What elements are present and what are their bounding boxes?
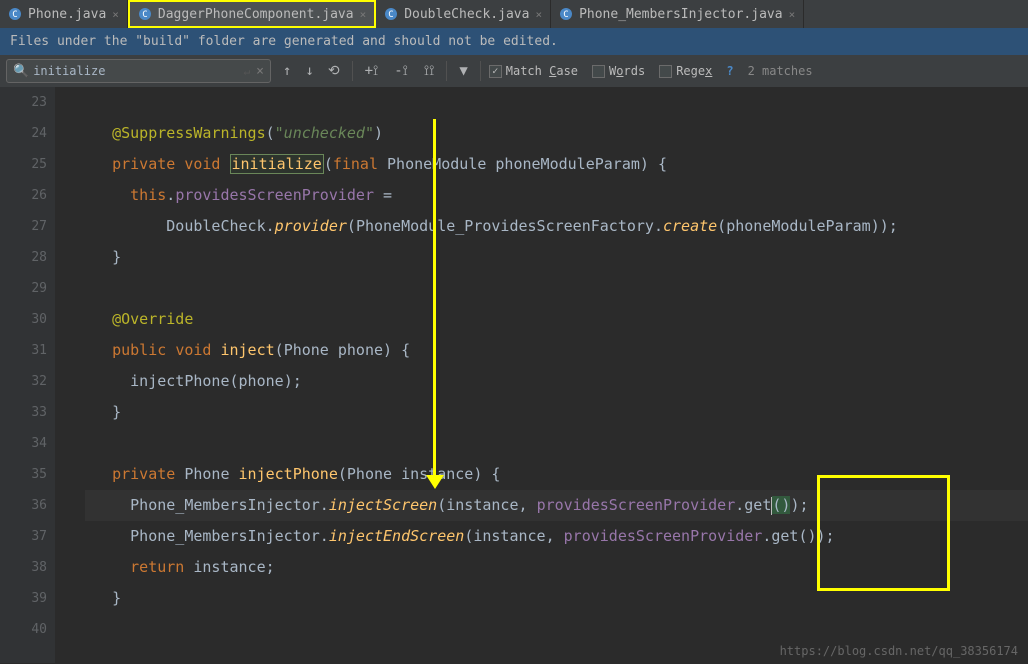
prev-match-icon[interactable]: ↑ xyxy=(279,61,295,81)
close-icon[interactable]: × xyxy=(360,8,367,21)
checkbox-icon xyxy=(592,65,605,78)
java-class-icon: C xyxy=(384,7,398,21)
enter-hint-icon: ↵ xyxy=(244,65,251,78)
code-line: private Phone injectPhone(Phone instance… xyxy=(85,459,1028,490)
svg-text:C: C xyxy=(388,10,393,20)
filter-icon[interactable]: ▼ xyxy=(455,61,471,81)
tab-label: Phone_MembersInjector.java xyxy=(579,7,783,22)
annotation-arrow xyxy=(433,119,436,477)
remove-selection-icon[interactable]: -⟟ xyxy=(390,61,412,81)
separator xyxy=(352,61,353,81)
regex-label: Regex xyxy=(676,64,712,78)
java-class-icon: C xyxy=(8,7,22,21)
code-line: this.providesScreenProvider = xyxy=(85,180,1028,211)
line-number: 35 xyxy=(0,459,47,490)
search-field-wrap: 🔍 ↵ × xyxy=(6,59,271,83)
select-all-occurrences-icon[interactable]: ⟟⟟ xyxy=(420,61,438,81)
tab-label: DoubleCheck.java xyxy=(404,7,529,22)
tab-label: Phone.java xyxy=(28,7,106,22)
tab-dagger[interactable]: C DaggerPhoneComponent.java × xyxy=(128,0,376,28)
line-number: 26 xyxy=(0,180,47,211)
line-number: 24 xyxy=(0,118,47,149)
search-nav: ↑ ↓ ⟲ xyxy=(279,61,344,81)
code-line xyxy=(85,614,1028,645)
line-number: 37 xyxy=(0,521,47,552)
code-line: public void inject(Phone phone) { xyxy=(85,335,1028,366)
line-number: 25 xyxy=(0,149,47,180)
search-input[interactable] xyxy=(33,64,243,78)
regex-checkbox[interactable]: Regex xyxy=(659,64,712,78)
match-case-label: Match Case xyxy=(506,64,578,78)
code-line: } xyxy=(85,583,1028,614)
line-number: 34 xyxy=(0,428,47,459)
code-line: @Override xyxy=(85,304,1028,335)
line-number: 36 xyxy=(0,490,47,521)
checkbox-icon xyxy=(489,65,502,78)
code-line: Phone_MembersInjector.injectScreen(insta… xyxy=(85,490,1028,521)
line-number: 28 xyxy=(0,242,47,273)
svg-text:C: C xyxy=(563,10,568,20)
close-icon[interactable]: × xyxy=(789,8,796,21)
close-icon[interactable]: × xyxy=(535,8,542,21)
clear-search-icon[interactable]: × xyxy=(256,64,264,79)
notification-text: Files under the "build" folder are gener… xyxy=(10,34,558,49)
gutter: 23 24 25 26 27 28 29 30 31 32 33 34 35 3… xyxy=(0,87,55,663)
select-all-icon[interactable]: ⟲ xyxy=(324,61,344,81)
words-label: Words xyxy=(609,64,645,78)
tab-membersinjector[interactable]: C Phone_MembersInjector.java × xyxy=(551,0,804,28)
code-line: private void initialize(final PhoneModul… xyxy=(85,149,1028,180)
line-number: 32 xyxy=(0,366,47,397)
search-options: Match Case Words Regex ? 2 matches xyxy=(489,64,813,78)
line-number: 27 xyxy=(0,211,47,242)
code-area[interactable]: @SuppressWarnings("unchecked") private v… xyxy=(55,87,1028,663)
svg-text:C: C xyxy=(12,10,17,20)
words-checkbox[interactable]: Words xyxy=(592,64,645,78)
line-number: 23 xyxy=(0,87,47,118)
close-icon[interactable]: × xyxy=(112,8,119,21)
tab-doublecheck[interactable]: C DoubleCheck.java × xyxy=(376,0,551,28)
match-count: 2 matches xyxy=(748,64,813,78)
code-line xyxy=(85,87,1028,118)
watermark: https://blog.csdn.net/qq_38356174 xyxy=(780,644,1018,658)
find-toolbar: 🔍 ↵ × ↑ ↓ ⟲ +⟟ -⟟ ⟟⟟ ▼ Match Case Words … xyxy=(0,55,1028,87)
code-line: } xyxy=(85,397,1028,428)
editor-area: 23 24 25 26 27 28 29 30 31 32 33 34 35 3… xyxy=(0,87,1028,663)
line-number: 29 xyxy=(0,273,47,304)
code-line xyxy=(85,428,1028,459)
notification-bar: Files under the "build" folder are gener… xyxy=(0,28,1028,55)
search-icon: 🔍 xyxy=(13,64,29,79)
add-selection-icon[interactable]: +⟟ xyxy=(361,61,383,81)
code-line: return instance; xyxy=(85,552,1028,583)
code-line: } xyxy=(85,242,1028,273)
editor-tabs: C Phone.java × C DaggerPhoneComponent.ja… xyxy=(0,0,1028,28)
next-match-icon[interactable]: ↓ xyxy=(301,61,317,81)
java-class-icon: C xyxy=(138,7,152,21)
line-number: 39 xyxy=(0,583,47,614)
separator xyxy=(446,61,447,81)
line-number: 38 xyxy=(0,552,47,583)
line-number: 33 xyxy=(0,397,47,428)
line-number: 30 xyxy=(0,304,47,335)
code-line: injectPhone(phone); xyxy=(85,366,1028,397)
code-line: Phone_MembersInjector.injectEndScreen(in… xyxy=(85,521,1028,552)
code-line: @SuppressWarnings("unchecked") xyxy=(85,118,1028,149)
checkbox-icon xyxy=(659,65,672,78)
code-line xyxy=(85,273,1028,304)
line-number: 31 xyxy=(0,335,47,366)
match-case-checkbox[interactable]: Match Case xyxy=(489,64,578,78)
separator xyxy=(480,61,481,81)
tab-phone[interactable]: C Phone.java × xyxy=(0,0,128,28)
tab-label: DaggerPhoneComponent.java xyxy=(158,7,354,22)
line-number: 40 xyxy=(0,614,47,645)
help-icon[interactable]: ? xyxy=(726,64,733,78)
code-line: DoubleCheck.provider(PhoneModule_Provide… xyxy=(85,211,1028,242)
svg-text:C: C xyxy=(142,10,147,20)
java-class-icon: C xyxy=(559,7,573,21)
